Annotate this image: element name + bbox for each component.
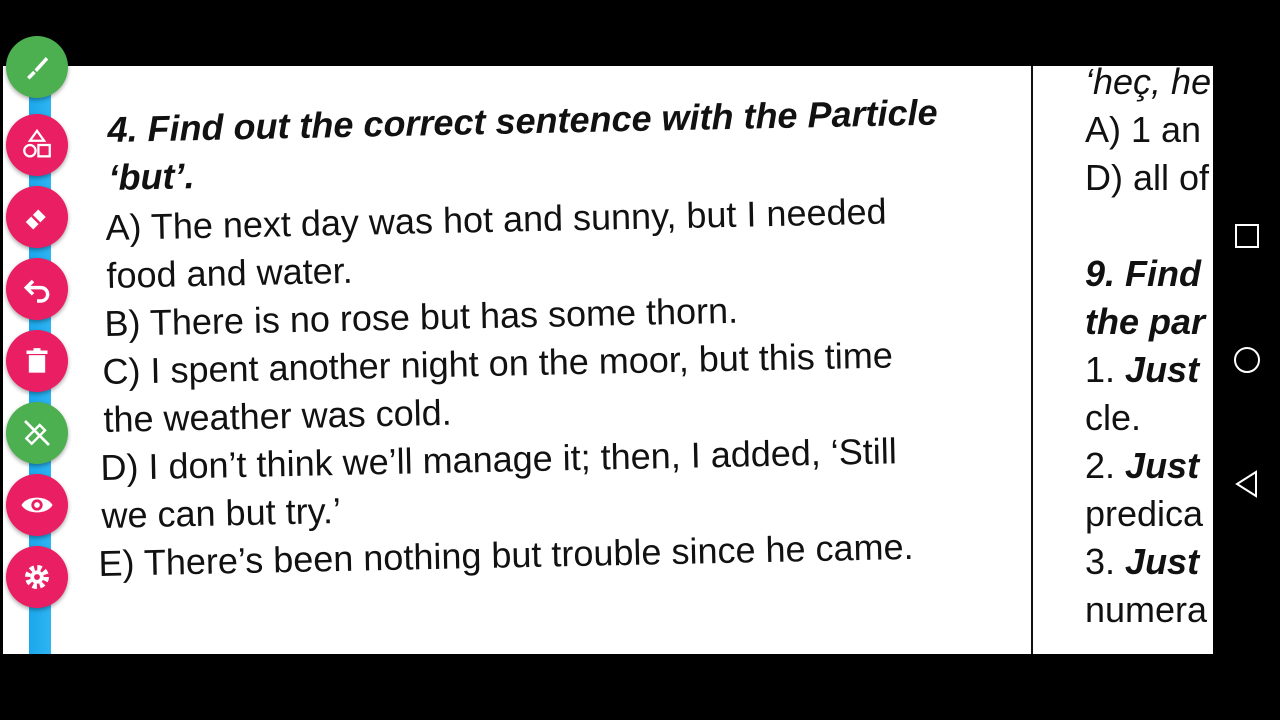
settings-icon [25, 565, 49, 589]
back-triangle-icon [1235, 470, 1257, 498]
shapes-icon [23, 128, 51, 158]
option-label: C) [102, 350, 141, 392]
brush-button[interactable] [6, 36, 68, 98]
option-label: B) [104, 302, 141, 344]
undo-icon [23, 279, 50, 303]
option-label: A) [105, 206, 142, 248]
undo-button[interactable] [6, 258, 68, 320]
right-list-item-2: 2. Just [1085, 445, 1200, 486]
recents-icon [1235, 224, 1259, 248]
option-text: There is no rose but has some thorn. [149, 289, 739, 344]
right-text-line: numera [1085, 589, 1208, 630]
hide-drawings-button[interactable] [6, 402, 68, 464]
right-text-line: cle. [1085, 397, 1142, 438]
hide-drawings-icon [24, 420, 50, 446]
right-spacer [1085, 202, 1213, 250]
document-page: 4. Find out the correct sentence with th… [3, 66, 1213, 654]
right-text-line: A) 1 an [1085, 109, 1202, 150]
right-heading-line: 9. Find [1085, 253, 1201, 294]
back-button[interactable] [1233, 470, 1261, 498]
option-a: A) The next day was hot and sunny, but I… [105, 185, 1017, 300]
recents-button[interactable] [1233, 222, 1261, 250]
home-button[interactable] [1233, 346, 1261, 374]
question-block: 4. Find out the correct sentence with th… [95, 92, 1017, 588]
home-circle-icon [1234, 347, 1260, 373]
settings-button[interactable] [6, 546, 68, 608]
right-heading-line: the par [1085, 301, 1206, 342]
option-label: D) [100, 446, 139, 488]
next-column-partial: ‘heç, he A) 1 an D) all of 9. Find the p… [1085, 66, 1213, 634]
right-list-item-3: 3. Just [1085, 541, 1200, 582]
question-title: 4. Find out the correct sentence with th… [107, 87, 1017, 202]
eraser-button[interactable] [6, 186, 68, 248]
system-navigation-bar [1214, 66, 1280, 654]
eye-icon [21, 497, 53, 513]
column-divider [1031, 66, 1033, 654]
visibility-button[interactable] [6, 474, 68, 536]
brush-icon [27, 57, 49, 80]
drawing-toolbar [3, 36, 71, 654]
right-text-line: predica [1085, 493, 1204, 534]
eraser-icon [25, 209, 46, 230]
right-text-line: D) all of [1085, 157, 1210, 198]
shapes-button[interactable] [6, 114, 68, 176]
delete-button[interactable] [6, 330, 68, 392]
right-list-item-1: 1. Just [1085, 349, 1200, 390]
delete-icon [26, 348, 48, 373]
option-label: E) [98, 542, 135, 584]
right-text-line: ‘heç, he [1085, 66, 1212, 102]
